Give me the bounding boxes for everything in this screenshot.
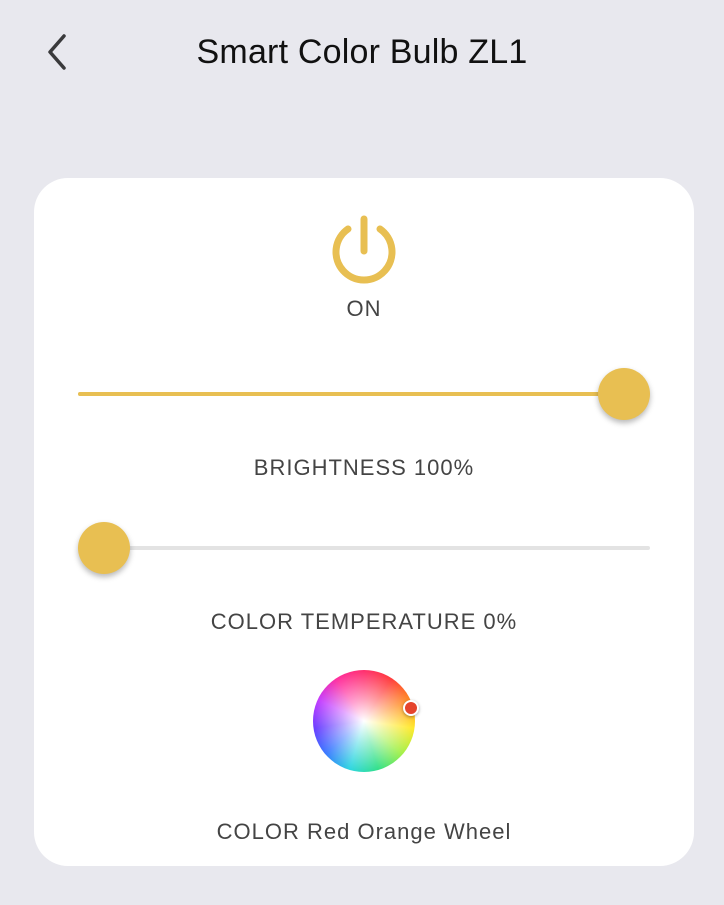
color-temperature-label: COLOR TEMPERATURE 0% bbox=[210, 609, 518, 634]
color-temperature-slider[interactable] bbox=[78, 520, 650, 576]
color-wheel[interactable] bbox=[313, 670, 415, 772]
brightness-slider[interactable] bbox=[78, 366, 650, 422]
color-label: COLOR Red Orange Wheel bbox=[216, 819, 512, 844]
brightness-fill bbox=[78, 392, 624, 396]
page-title: Smart Color Bulb ZL1 bbox=[196, 33, 528, 71]
power-button[interactable] bbox=[326, 211, 402, 287]
power-state-label: ON bbox=[346, 296, 382, 321]
brightness-thumb[interactable] bbox=[598, 368, 650, 420]
app-header: Smart Color Bulb ZL1 bbox=[0, 0, 724, 110]
color-temperature-thumb[interactable] bbox=[78, 522, 130, 574]
bulb-control-card: ON BRIGHTNESS 100% COLOR TEMPERATURE 0% … bbox=[34, 178, 694, 866]
color-temperature-track bbox=[78, 546, 650, 550]
brightness-label: BRIGHTNESS 100% bbox=[253, 455, 475, 480]
color-wheel-handle[interactable] bbox=[403, 700, 419, 716]
power-icon bbox=[332, 215, 396, 284]
